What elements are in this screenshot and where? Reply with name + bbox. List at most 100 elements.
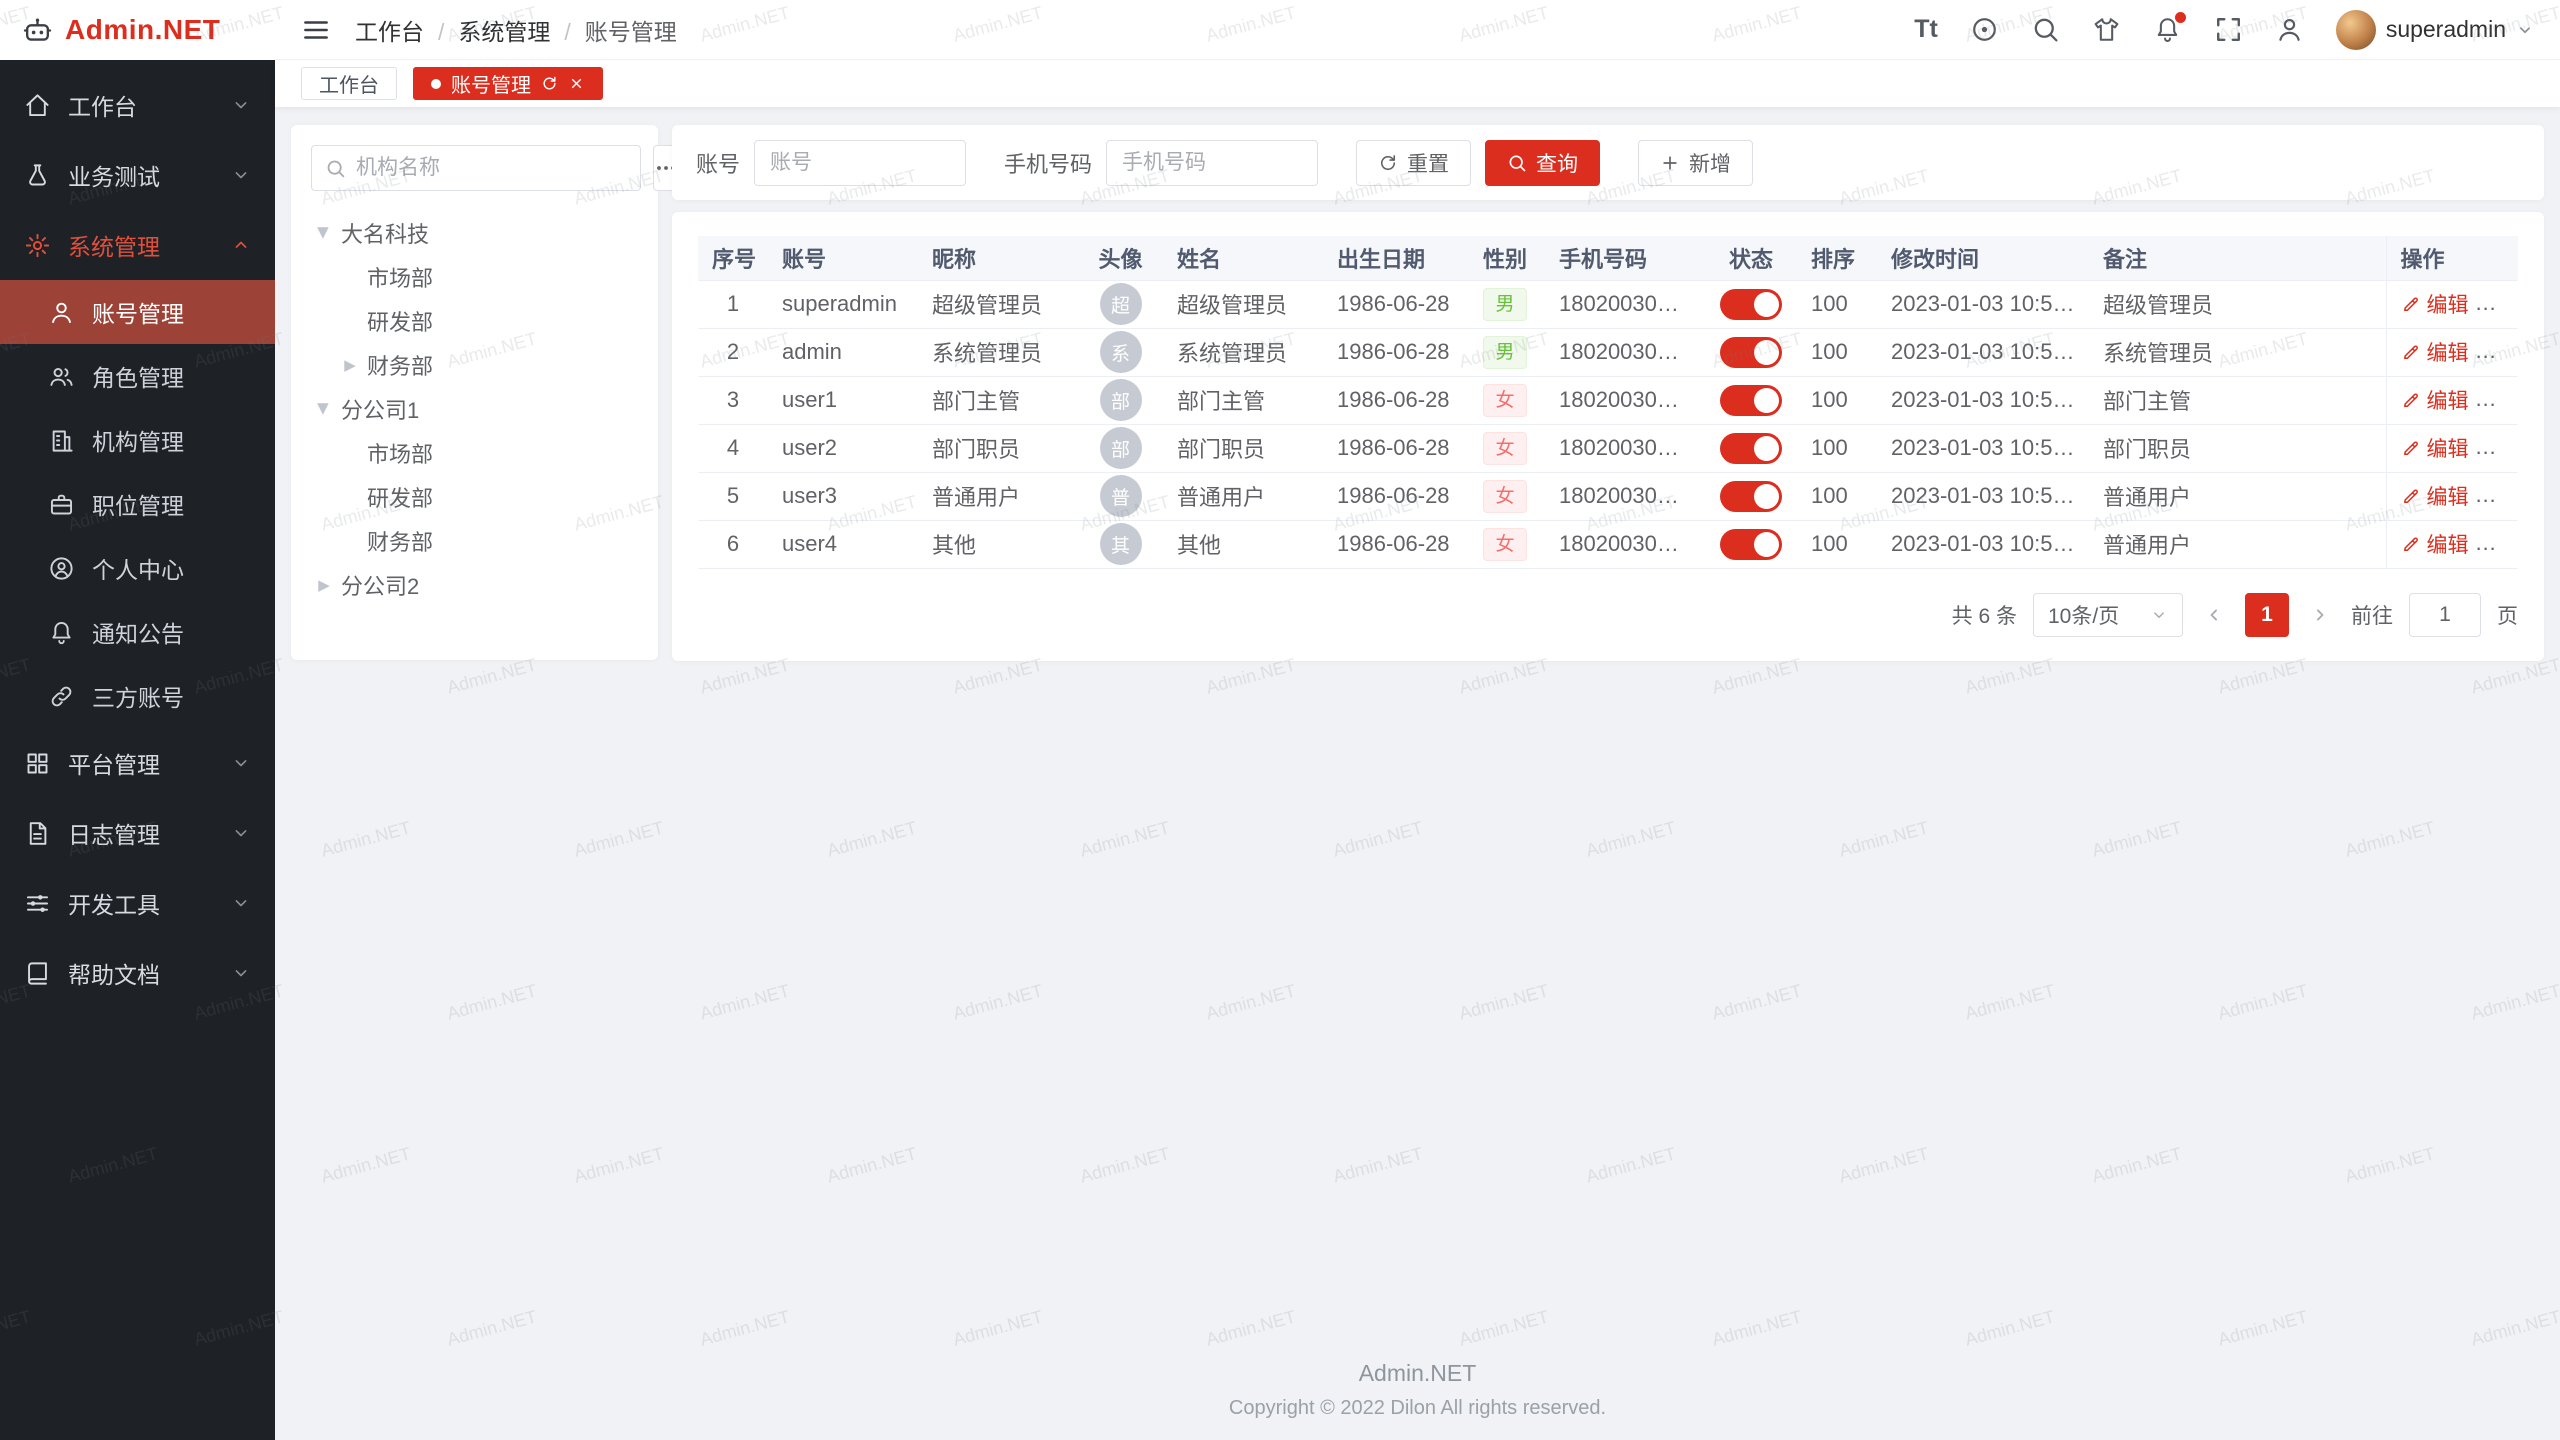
locale-icon[interactable] [1970,15,1999,44]
sidebar-subitem-account-management[interactable]: 账号管理 [0,280,275,344]
user-outline-icon[interactable] [2275,15,2304,44]
more-actions-icon[interactable] [2489,291,2515,317]
cell-modified: 2023-01-03 10:59:44 [1877,424,2089,472]
gender-badge: 男 [1483,336,1526,369]
table-header: 序号 账号 昵称 头像 姓名 出生日期 性别 手机号码 状态 排序 修改时间 [698,236,2518,280]
search-icon[interactable] [2031,15,2060,44]
cell-nickname: 系统管理员 [918,328,1078,376]
cell-sort: 100 [1797,376,1877,424]
breadcrumb-item[interactable]: 工作台 [355,13,424,47]
sidebar-item-label: 系统管理 [68,228,214,262]
status-toggle[interactable] [1720,289,1782,320]
tree-node-rd-dept-2[interactable]: 研发部 [311,475,638,519]
sidebar-item-business-test[interactable]: 业务测试 [0,140,275,210]
status-toggle[interactable] [1720,529,1782,560]
tab-account-management[interactable]: 账号管理 [413,67,603,100]
bell-icon [48,619,75,646]
notifications-button[interactable] [2153,15,2182,44]
status-toggle[interactable] [1720,481,1782,512]
sidebar-subitem-personal-center[interactable]: 个人中心 [0,536,275,600]
sidebar-item-platform-management[interactable]: 平台管理 [0,728,275,798]
gender-badge: 男 [1483,288,1526,321]
page-size-value: 10条/页 [2048,600,2119,630]
chevron-down-icon [2150,606,2168,624]
breadcrumb-item[interactable]: 系统管理 [424,13,550,47]
status-toggle[interactable] [1720,433,1782,464]
org-tree-panel: 大名科技 市场部 研发部 财务部 分公司1 市场部 研发部 财务部 分公司2 [291,125,658,660]
tab-label: 工作台 [319,69,379,98]
fullscreen-icon[interactable] [2214,15,2243,44]
reset-button[interactable]: 重置 [1356,140,1471,186]
sidebar-item-dev-tools[interactable]: 开发工具 [0,868,275,938]
status-toggle[interactable] [1720,385,1782,416]
edit-button[interactable]: 编辑 [2401,385,2469,415]
tree-node-branch-1[interactable]: 分公司1 [311,387,638,431]
link-icon [48,683,75,710]
grid-icon [24,750,51,777]
status-toggle[interactable] [1720,337,1782,368]
sidebar-item-system-management[interactable]: 系统管理 [0,210,275,280]
tree-node-rd-dept[interactable]: 研发部 [311,299,638,343]
page-number-1[interactable]: 1 [2245,593,2289,637]
phone-input[interactable] [1106,140,1318,186]
sidebar-subitem-third-party-account[interactable]: 三方账号 [0,664,275,728]
page-size-select[interactable]: 10条/页 [2033,593,2183,637]
close-icon[interactable] [568,75,585,92]
more-actions-icon[interactable] [2489,483,2515,509]
user-menu[interactable]: superadmin [2336,10,2534,50]
more-actions-icon[interactable] [2489,339,2515,365]
cell-phone: 18020030720 [1545,328,1705,376]
next-page-button[interactable] [2305,593,2335,637]
tree-node-market-dept-2[interactable]: 市场部 [311,431,638,475]
caret-icon[interactable] [311,576,337,594]
tree-node-market-dept[interactable]: 市场部 [311,255,638,299]
more-actions-icon[interactable] [2489,387,2515,413]
org-tree-toolbar [311,145,638,191]
add-button[interactable]: 新增 [1638,140,1753,186]
sidebar-subitem-org-management[interactable]: 机构管理 [0,408,275,472]
cell-name: 系统管理员 [1163,328,1323,376]
caret-icon[interactable] [337,356,363,374]
edit-button[interactable]: 编辑 [2401,289,2469,319]
sidebar-subitem-position-management[interactable]: 职位管理 [0,472,275,536]
tab-workbench[interactable]: 工作台 [301,67,397,100]
edit-button[interactable]: 编辑 [2401,337,2469,367]
sidebar-item-workbench[interactable]: 工作台 [0,70,275,140]
tree-node-branch-2[interactable]: 分公司2 [311,563,638,607]
goto-page-input[interactable] [2409,593,2481,637]
prev-page-button[interactable] [2199,593,2229,637]
chevron-down-icon [231,893,251,913]
edit-button[interactable]: 编辑 [2401,433,2469,463]
sidebar-item-help-docs[interactable]: 帮助文档 [0,938,275,1008]
col-actions: 操作 [2386,236,2518,280]
cell-modified: 2023-01-03 10:59:44 [1877,520,2089,568]
edit-button[interactable]: 编辑 [2401,481,2469,511]
search-button[interactable]: 查询 [1485,140,1600,186]
col-seq: 序号 [698,236,768,280]
edit-label: 编辑 [2427,433,2469,463]
menu-collapse-icon[interactable] [301,15,331,45]
sidebar-subitem-notice[interactable]: 通知公告 [0,600,275,664]
tree-node-finance-dept-2[interactable]: 财务部 [311,519,638,563]
pencil-icon [2401,438,2421,458]
sidebar-item-log-management[interactable]: 日志管理 [0,798,275,868]
tree-node-finance-dept[interactable]: 财务部 [311,343,638,387]
caret-icon[interactable] [311,224,337,242]
cell-nickname: 其他 [918,520,1078,568]
avatar: 系 [1100,331,1142,373]
account-input[interactable] [754,140,966,186]
org-search-input[interactable] [356,156,627,180]
toggle-knob [1754,292,1779,317]
more-actions-icon[interactable] [2489,435,2515,461]
cell-account: admin [768,328,918,376]
tree-node-daming-tech[interactable]: 大名科技 [311,211,638,255]
sidebar-subitem-role-management[interactable]: 角色管理 [0,344,275,408]
cell-status [1705,424,1797,472]
caret-icon[interactable] [311,400,337,418]
more-actions-icon[interactable] [2489,531,2515,557]
theme-icon[interactable] [2092,15,2121,44]
refresh-icon[interactable] [541,75,558,92]
font-size-icon[interactable]: Tt [1914,17,1938,42]
cell-phone: 18020030720 [1545,376,1705,424]
edit-button[interactable]: 编辑 [2401,529,2469,559]
